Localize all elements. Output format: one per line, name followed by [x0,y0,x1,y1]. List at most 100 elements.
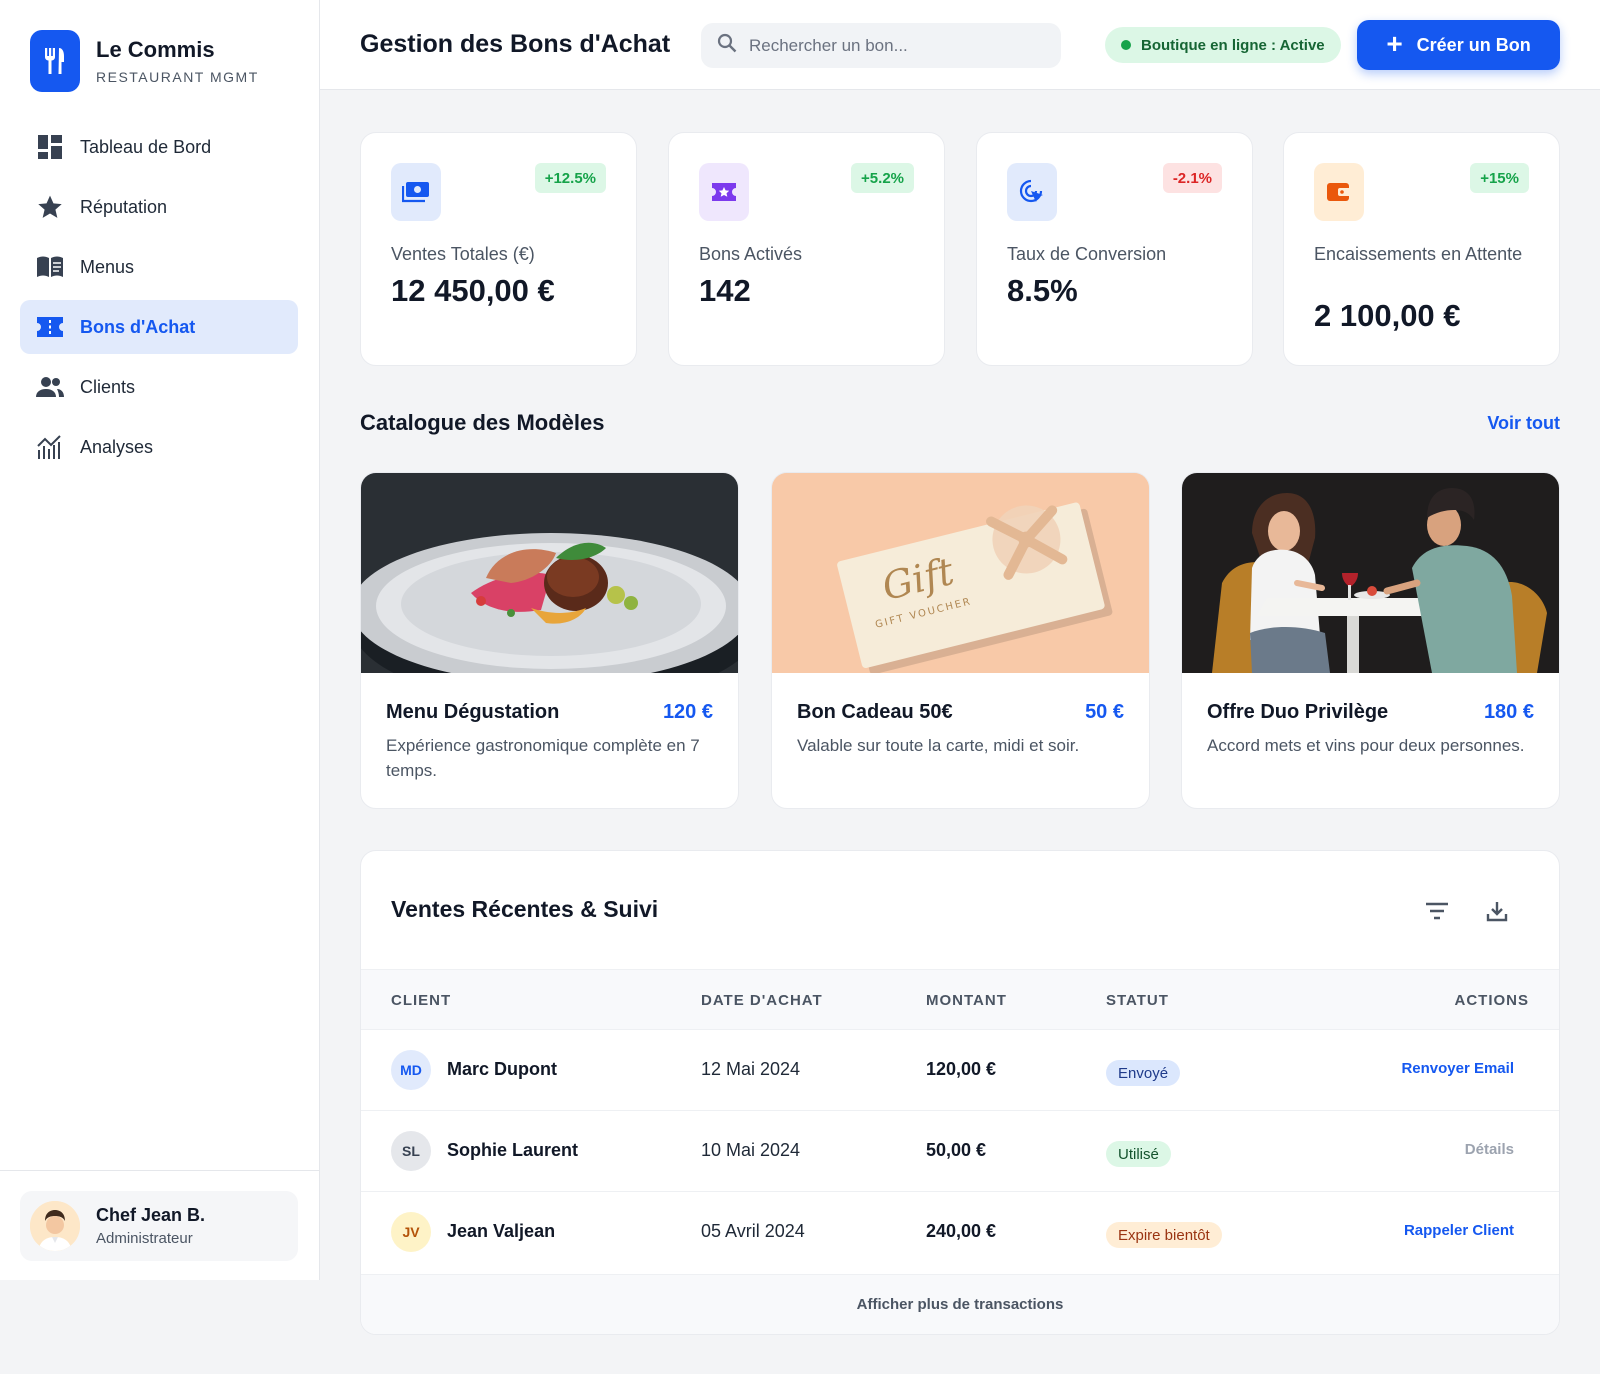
status-badge: Expire bientôt [1106,1222,1222,1248]
search-icon [717,33,737,58]
sidebar: Le Commis RESTAURANT MGMT Tableau de Bor… [0,0,320,1280]
purchase-date: 10 Mai 2024 [701,1140,801,1160]
table-footer: Afficher plus de transactions [361,1274,1559,1334]
user-role: Administrateur [96,1230,193,1247]
stat-change-badge: -2.1% [1162,163,1222,193]
template-price: 50 € [1085,701,1124,723]
sidebar-item-dashboard[interactable]: Tableau de Bord [20,120,298,174]
stat-change-badge: +15% [1470,163,1529,193]
stat-label: Bons Activés [699,244,803,264]
stat-change-badge: +5.2% [851,163,914,193]
stat-card-conversion-rate: -2.1% Taux de Conversion 8.5% [976,132,1253,366]
stat-change-badge: +12.5% [534,163,606,193]
store-status-badge[interactable]: Boutique en ligne : Active [1105,27,1341,63]
template-title: Bon Cadeau 50€ [797,701,953,723]
recent-sales-title: Ventes Récentes & Suivi [391,896,659,922]
table-row[interactable]: SL Sophie Laurent 10 Mai 2024 50,00 € Ut… [361,1110,1559,1191]
client-name: Jean Valjean [447,1221,556,1241]
sidebar-item-label: Bons d'Achat [80,316,196,337]
plated-dish-image [361,473,738,673]
template-description: Valable sur toute la carte, midi et soir… [797,736,1080,755]
ticket-star-icon [699,163,749,221]
details-link[interactable]: Détails [1465,1141,1514,1158]
plus-icon: + [1386,27,1403,59]
client-name: Marc Dupont [447,1059,557,1079]
catalogue-title: Catalogue des Modèles [360,410,605,435]
users-icon [36,373,64,401]
column-header-amount: MONTANT [926,992,1007,1009]
sidebar-item-label: Réputation [80,196,168,217]
filter-icon[interactable] [1419,893,1455,929]
client-name: Sophie Laurent [447,1140,579,1160]
stat-value: 2 100,00 € [1314,298,1461,333]
amount: 240,00 € [926,1221,997,1241]
remind-client-link[interactable]: Rappeler Client [1404,1222,1514,1239]
column-header-actions: ACTIONS [1454,992,1529,1009]
star-icon [36,193,64,221]
payments-icon [391,163,441,221]
template-title: Offre Duo Privilège [1207,701,1389,723]
sidebar-item-label: Analyses [80,436,154,457]
brand-subtitle: RESTAURANT MGMT [96,69,259,85]
stat-card-total-sales: +12.5% Ventes Totales (€) 12 450,00 € [360,132,637,366]
page-title: Gestion des Bons d'Achat [360,30,671,58]
resend-email-link[interactable]: Renvoyer Email [1401,1060,1514,1077]
purchase-date: 05 Avril 2024 [701,1221,805,1241]
brand-name: Le Commis [96,37,215,62]
table-row[interactable]: MD Marc Dupont 12 Mai 2024 120,00 € Envo… [361,1029,1559,1110]
client-initials-avatar: JV [391,1212,431,1252]
recent-sales-panel: Ventes Récentes & Suivi CLIENT DATE D'AC… [360,850,1560,1335]
sidebar-item-analytics[interactable]: Analyses [20,420,298,474]
status-dot [1121,40,1131,50]
status-badge: Utilisé [1106,1141,1171,1167]
column-header-status: STATUT [1106,992,1169,1009]
avatar [30,1201,80,1251]
sidebar-nav: Tableau de Bord Réputation Menus Bons d'… [20,120,298,480]
user-profile[interactable]: Chef Jean B. Administrateur [20,1191,298,1261]
ticket-icon [36,313,64,341]
sidebar-item-menus[interactable]: Menus [20,240,298,294]
client-initials-avatar: SL [391,1131,431,1171]
dashboard-icon [36,133,64,161]
user-name: Chef Jean B. [96,1205,206,1225]
stat-value: 12 450,00 € [391,273,555,308]
search-bar[interactable] [701,23,1061,68]
sidebar-footer: Chef Jean B. Administrateur [0,1170,319,1261]
store-status-text: Boutique en ligne : Active [1141,36,1325,54]
stat-label: Taux de Conversion [1007,244,1167,264]
template-title: Menu Dégustation [386,701,560,723]
template-description: Expérience gastronomique complète en 7 t… [386,736,700,780]
menu-book-icon [36,253,64,281]
create-voucher-label: Créer un Bon [1416,34,1531,55]
gift-voucher-image: Gift GIFT VOUCHER [772,473,1149,673]
status-badge: Envoyé [1106,1060,1181,1086]
template-price: 180 € [1483,701,1534,723]
template-card-duo-offer[interactable]: Offre Duo Privilège 180 € Accord mets et… [1181,472,1560,809]
brand[interactable]: Le Commis RESTAURANT MGMT [30,30,259,92]
sidebar-item-clients[interactable]: Clients [20,360,298,414]
template-card-gift-voucher[interactable]: Gift GIFT VOUCHER Bon Cadeau 50€ 50 € Va… [771,472,1150,809]
cursor-click-icon [1007,163,1057,221]
amount: 50,00 € [926,1140,987,1160]
show-more-transactions-link[interactable]: Afficher plus de transactions [857,1296,1064,1313]
template-description: Accord mets et vins pour deux personnes. [1207,736,1525,755]
top-header: Gestion des Bons d'Achat Boutique en lig… [320,0,1600,90]
table-row[interactable]: JV Jean Valjean 05 Avril 2024 240,00 € E… [361,1191,1559,1272]
sidebar-item-reputation[interactable]: Réputation [20,180,298,234]
search-input[interactable] [749,35,1039,56]
couple-dining-image [1182,473,1559,673]
see-all-link[interactable]: Voir tout [1487,413,1560,434]
sidebar-item-vouchers[interactable]: Bons d'Achat [20,300,298,354]
create-voucher-button[interactable]: + Créer un Bon [1357,20,1560,70]
client-initials-avatar: MD [391,1050,431,1090]
stat-label: Encaissements en Attente [1314,244,1523,264]
download-icon[interactable] [1479,893,1515,929]
stat-value: 142 [699,273,751,308]
sidebar-item-label: Menus [80,256,135,277]
template-card-tasting-menu[interactable]: Menu Dégustation 120 € Expérience gastro… [360,472,739,809]
wallet-icon [1314,163,1364,221]
purchase-date: 12 Mai 2024 [701,1059,801,1079]
column-header-date: DATE D'ACHAT [701,992,823,1009]
stat-value: 8.5% [1007,273,1078,308]
sidebar-item-label: Tableau de Bord [80,136,212,157]
